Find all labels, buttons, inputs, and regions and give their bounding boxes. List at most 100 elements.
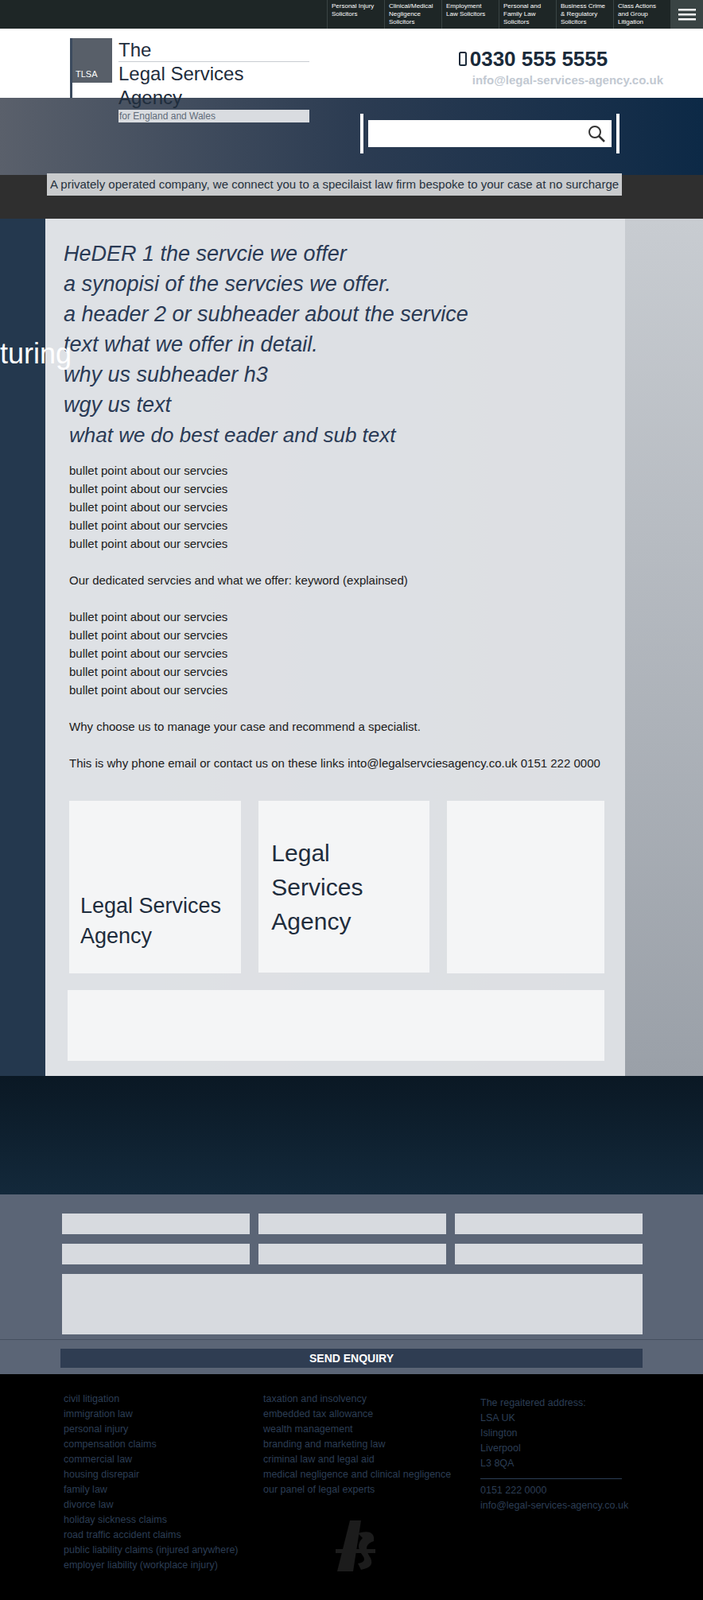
tagline: A privately operated company, we connect… (46, 173, 622, 196)
nav-item[interactable]: Business Crime & Regulatory Solicitors (555, 0, 614, 29)
address-line: Liverpool (480, 1440, 629, 1457)
keyword-line: Our dedicated servcies and what we offer… (69, 570, 605, 590)
watermark: turing (0, 337, 72, 370)
form-input[interactable] (454, 1243, 643, 1265)
footer-link[interactable]: our panel of legal experts (263, 1482, 481, 1498)
bullet-point: bullet point about our servcies (69, 516, 605, 535)
bullet-point: bullet point about our servcies (69, 625, 605, 645)
search-bracket (360, 113, 620, 154)
bullet-point: bullet point about our servcies (69, 607, 605, 626)
cards: Legal Services AgencyLegal Services Agen… (69, 800, 605, 974)
logo-mark-icon (334, 1517, 379, 1574)
footer-link[interactable]: criminal law and legal aid (263, 1452, 481, 1468)
bullet-point: bullet point about our servcies (69, 662, 605, 681)
footer-email[interactable]: info@legal-services-agency.co.uk (480, 1498, 629, 1514)
footer-link[interactable]: personal injury (63, 1421, 264, 1438)
footer-link[interactable]: employer liability (workplace injury) (63, 1557, 264, 1574)
form-row (62, 1213, 643, 1235)
form-input[interactable] (62, 1213, 250, 1235)
nav-item[interactable]: Clinical/Medical Negligence Solicitors (384, 0, 442, 29)
subheading: what we do best eader and sub text (69, 419, 605, 451)
logo-line1: The (118, 38, 310, 63)
bullet-point: bullet point about our servcies (69, 680, 605, 700)
footer-link[interactable]: immigration law (63, 1406, 264, 1422)
footer-link[interactable]: housing disrepair (63, 1467, 264, 1483)
right-area (625, 218, 703, 1076)
form-input[interactable] (454, 1213, 643, 1235)
logo-text: TheLegal Services Agencyfor England and … (118, 38, 310, 123)
nav-item[interactable]: Class Actions and Group Litigation (613, 0, 671, 29)
hero (0, 97, 703, 175)
form-textarea[interactable] (62, 1273, 643, 1335)
footer: civil litigationimmigration lawpersonal … (0, 1374, 703, 1588)
enquiry-form: SEND ENQUIRY (0, 1194, 703, 1375)
search-icon[interactable] (587, 124, 606, 143)
address-line: L3 8QA (480, 1456, 629, 1472)
page: Personal Injury SolicitorsClinical/Medic… (0, 0, 703, 1588)
form-row (62, 1243, 643, 1265)
address-line: Islington (480, 1425, 629, 1441)
menu-icon[interactable] (678, 7, 696, 21)
email-link[interactable]: info@legal-services-agency.co.uk (472, 71, 664, 90)
footer-logo (334, 1517, 379, 1574)
phone-number[interactable]: 0330 555 5555 (469, 46, 609, 72)
card[interactable]: Legal Services Agency (69, 800, 241, 974)
tagline-band: A privately operated company, we connect… (0, 174, 703, 219)
footer-link[interactable]: taxation and insolvency (263, 1391, 481, 1407)
phone[interactable]: 0330 555 5555 (458, 46, 609, 72)
phone-icon (458, 51, 467, 67)
logo-tagline: for England and Wales (118, 109, 310, 123)
menu-button[interactable] (670, 0, 703, 29)
footer-link[interactable]: wealth management (263, 1421, 481, 1438)
heading: why us subheader h3 (63, 359, 605, 390)
content-body: bullet point about our servciesbullet po… (69, 461, 605, 773)
footer-link[interactable]: family law (63, 1482, 264, 1498)
form-divider (0, 1339, 703, 1349)
search-field[interactable] (368, 120, 612, 148)
form-input[interactable] (258, 1243, 447, 1265)
bullet-point: bullet point about our servcies (69, 461, 605, 480)
header: TLSATheLegal Services Agencyfor England … (0, 28, 703, 98)
wide-box (67, 990, 605, 1061)
footer-link[interactable]: commercial law (63, 1452, 264, 1468)
logo[interactable]: TLSATheLegal Services Agencyfor England … (69, 38, 310, 98)
card[interactable] (446, 800, 605, 974)
nav-item[interactable]: Personal and Family Law Solicitors (498, 0, 556, 29)
address-label: The regaitered address: (480, 1395, 629, 1411)
footer-address: The regaitered address:LSA UKIslingtonLi… (480, 1391, 629, 1588)
form-input[interactable] (62, 1243, 250, 1265)
footer-phone[interactable]: 0151 222 0000 (480, 1483, 629, 1499)
logo-line2: Legal Services Agency (118, 62, 310, 110)
heading: wgy us text (63, 389, 605, 420)
footer-link[interactable]: compensation claims (63, 1437, 264, 1453)
send-button[interactable]: SEND ENQUIRY (60, 1348, 643, 1368)
footer-link[interactable]: civil litigation (63, 1391, 264, 1407)
footer-link[interactable]: embedded tax allowance (263, 1406, 481, 1422)
card[interactable]: Legal Services Agency (258, 800, 429, 973)
top-nav: Personal Injury SolicitorsClinical/Medic… (0, 0, 703, 29)
footer-link[interactable]: branding and marketing law (263, 1437, 481, 1453)
footer-link[interactable]: medical negligence and clinical negligen… (263, 1467, 481, 1483)
heading: text what we offer in detail. (63, 329, 605, 360)
nav-item[interactable]: Personal Injury Solicitors (326, 0, 385, 29)
footer-column: taxation and insolvencyembedded tax allo… (263, 1391, 481, 1588)
bullet-point: bullet point about our servcies (69, 479, 605, 498)
footer-link[interactable]: public liability claims (injured anywher… (63, 1542, 264, 1558)
bullet-point: bullet point about our servcies (69, 644, 605, 663)
why-line: Why choose us to manage your case and re… (69, 717, 605, 736)
logo-badge-text: TLSA (75, 67, 98, 82)
footer-link[interactable]: holiday sickness claims (63, 1512, 264, 1528)
footer-link[interactable]: divorce law (63, 1497, 264, 1513)
form-input[interactable] (258, 1213, 447, 1235)
bullet-point: bullet point about our servcies (69, 497, 605, 517)
footer-column: civil litigationimmigration lawpersonal … (63, 1391, 264, 1588)
dark-band (0, 1075, 703, 1195)
nav-item[interactable]: Employment Law Solicitors (441, 0, 499, 29)
content-panel: HeDER 1 the servcie we offera synopisi o… (45, 218, 626, 1076)
heading: a synopisi of the servcies we offer. (63, 268, 605, 300)
main: HeDER 1 the servcie we offera synopisi o… (0, 218, 703, 1076)
heading: HeDER 1 the servcie we offer (63, 238, 605, 269)
address-line: LSA UK (480, 1410, 629, 1426)
footer-link[interactable]: road traffic accident claims (63, 1527, 264, 1543)
bullet-point: bullet point about our servcies (69, 534, 605, 553)
